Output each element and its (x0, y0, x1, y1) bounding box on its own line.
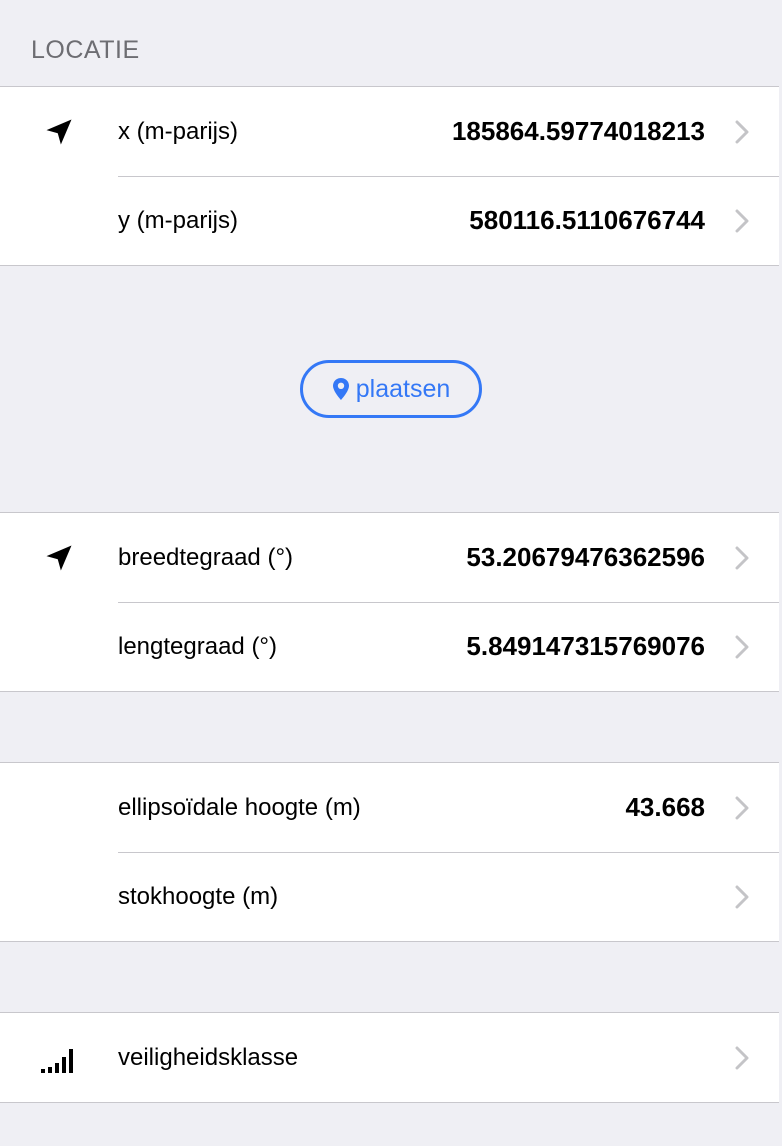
location-arrow-icon[interactable] (0, 87, 118, 176)
safety-class-row[interactable]: veiligheidsklasse (0, 1013, 779, 1102)
signal-bars-icon (0, 1013, 118, 1102)
latitude-row[interactable]: breedtegraad (°) 53.20679476362596 (0, 513, 779, 602)
rd-coordinates-group: x (m-parijs) 185864.59774018213 y (m-par… (0, 86, 779, 266)
row-label: breedtegraad (°) (118, 543, 294, 571)
y-coordinate-row[interactable]: y (m-parijs) 580116.5110676744 (0, 176, 779, 265)
row-label: veiligheidsklasse (118, 1043, 299, 1071)
row-label: x (m-parijs) (118, 117, 238, 145)
row-value: 43.668 (625, 792, 705, 822)
place-button[interactable]: plaatsen (300, 360, 482, 418)
row-label: stokhoogte (m) (118, 882, 279, 910)
chevron-right-icon (727, 513, 757, 602)
map-pin-icon (332, 377, 350, 401)
safety-group: veiligheidsklasse (0, 1012, 779, 1103)
location-screen: LOCATIE x (m-parijs) 185864.59774018213 … (0, 0, 782, 1146)
row-label: ellipsoïdale hoogte (m) (118, 793, 361, 821)
row-label: y (m-parijs) (118, 206, 238, 234)
chevron-right-icon (727, 1013, 757, 1102)
row-value: 580116.5110676744 (469, 205, 705, 235)
ellipsoidal-height-row[interactable]: ellipsoïdale hoogte (m) 43.668 (0, 763, 779, 852)
x-coordinate-row[interactable]: x (m-parijs) 185864.59774018213 (0, 87, 779, 176)
row-value: 53.20679476362596 (466, 542, 705, 572)
height-group: ellipsoïdale hoogte (m) 43.668 stokhoogt… (0, 762, 779, 942)
chevron-right-icon (727, 602, 757, 691)
chevron-right-icon (727, 176, 757, 265)
chevron-right-icon (727, 852, 757, 941)
latlon-group: breedtegraad (°) 53.20679476362596 lengt… (0, 512, 779, 692)
place-button-label: plaatsen (355, 374, 451, 403)
pole-height-row[interactable]: stokhoogte (m) (0, 852, 779, 941)
chevron-right-icon (727, 87, 757, 176)
row-label: lengtegraad (°) (118, 632, 278, 660)
row-value: 185864.59774018213 (451, 116, 705, 146)
row-value: 5.849147315769076 (466, 631, 705, 661)
location-arrow-icon[interactable] (0, 513, 118, 602)
place-button-area: plaatsen (0, 266, 782, 512)
section-header: LOCATIE (31, 36, 140, 64)
chevron-right-icon (727, 763, 757, 852)
longitude-row[interactable]: lengtegraad (°) 5.849147315769076 (0, 602, 779, 691)
